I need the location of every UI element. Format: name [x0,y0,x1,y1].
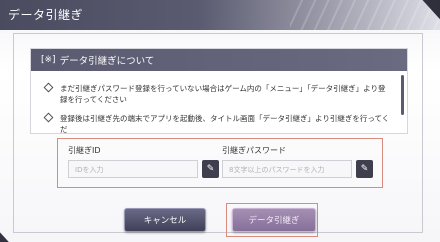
transfer-password-label: 引継ぎパスワード [222,146,286,155]
data-transfer-button[interactable]: データ引継ぎ [232,208,316,232]
info-panel[interactable]: [※] データ引継ぎについて まだ引継ぎパスワード登録を行っていない場合はゲーム… [30,48,408,134]
info-scrollbar[interactable] [401,75,404,115]
pencil-icon[interactable]: ✎ [202,160,219,178]
info-item: まだ引継ぎパスワード登録を行っていない場合はゲーム内の「メニュー」「データ引継ぎ… [43,82,390,105]
dialog-title: データ引継ぎ [8,8,84,22]
diamond-bullet-icon [43,112,54,123]
note-mark-icon: [※] [41,55,56,65]
transfer-id-field: 引継ぎID IDを入力 ✎ [68,145,219,178]
pencil-icon[interactable]: ✎ [356,160,373,178]
info-item-text: まだ引継ぎパスワード登録を行っていない場合はゲーム内の「メニュー」「データ引継ぎ… [60,84,386,104]
info-header-label: データ引継ぎについて [59,56,155,67]
transfer-password-field: 引継ぎパスワード 8文字以上のパスワードを入力 ✎ [222,145,373,178]
transfer-id-label: 引継ぎID [68,146,101,155]
transfer-dialog: データ引継ぎ [※] データ引継ぎについて まだ引継ぎパスワード登録を行っていな… [0,0,440,242]
diamond-bullet-icon [43,82,54,93]
info-item: 登録後は引継ぎ先の端末でアプリを起動後、タイトル画面「データ引継ぎ」より引継ぎを… [43,112,390,134]
transfer-id-input[interactable]: IDを入力 [68,160,198,178]
info-header: [※] データ引継ぎについて [31,49,407,71]
credential-fields: 引継ぎID IDを入力 ✎ 引継ぎパスワード 8文字以上のパスワードを入力 ✎ [57,138,383,188]
transfer-password-input[interactable]: 8文字以上のパスワードを入力 [222,160,352,178]
info-item-text: 登録後は引継ぎ先の端末でアプリを起動後、タイトル画面「データ引継ぎ」より引継ぎを… [60,114,390,134]
titlebar-decoration [290,0,440,30]
dialog-titlebar: データ引継ぎ [0,0,440,30]
cancel-button[interactable]: キャンセル [124,208,206,232]
